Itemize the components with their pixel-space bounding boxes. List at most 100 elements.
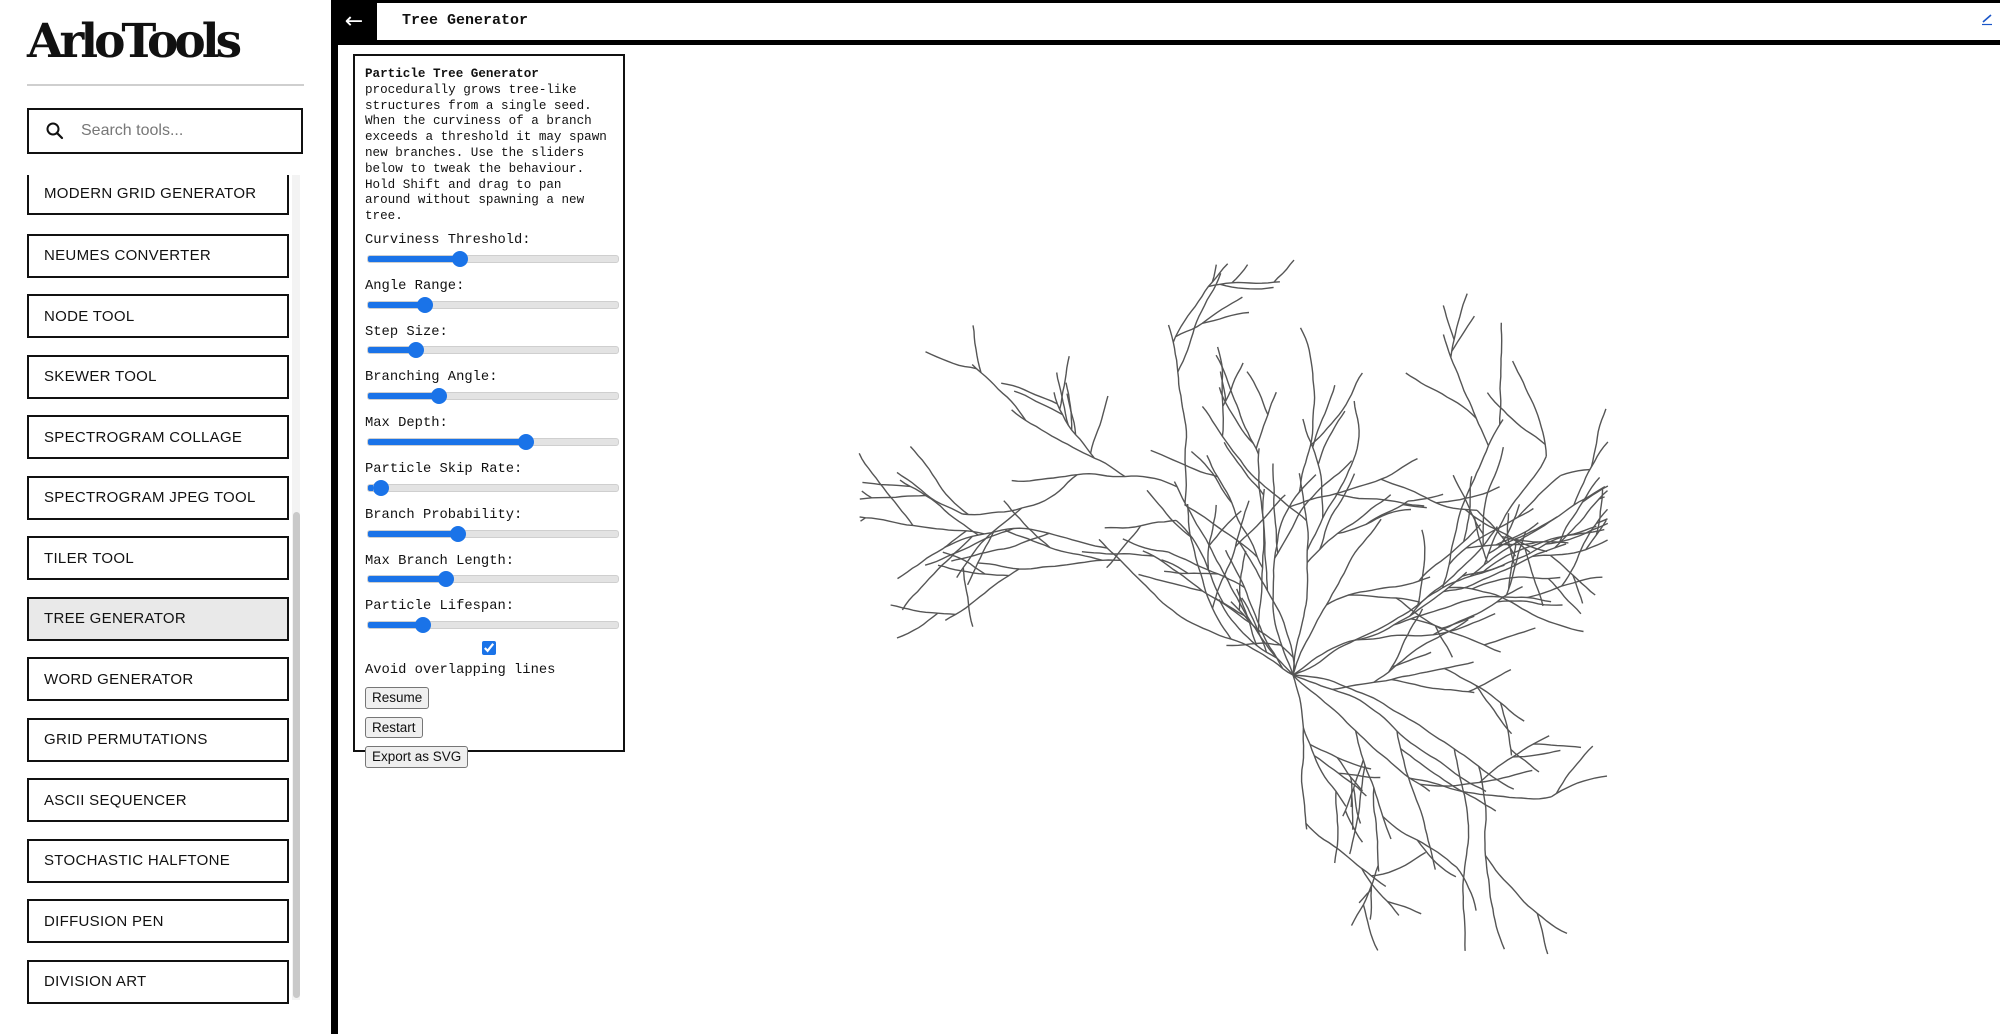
tree-branch (1432, 585, 1523, 636)
tree-branch (1483, 627, 1536, 646)
slider-branching-angle[interactable] (367, 392, 619, 401)
tool-item-stochastic-halftone[interactable]: STOCHASTIC HALFTONE (27, 838, 289, 883)
tree-branch (1442, 334, 1490, 446)
tree-branch (1190, 450, 1233, 504)
tree-branch (1444, 667, 1525, 722)
slider-label: Max Depth: (365, 416, 448, 432)
tree-branch (1488, 516, 1558, 555)
top-bar: Tree Generator (377, 3, 2000, 40)
tool-item-spectrogram-jpeg-tool[interactable]: SPECTROGRAM JPEG TOOL (27, 475, 289, 520)
tool-item-division-art[interactable]: DIVISION ART (27, 959, 289, 1004)
tool-item-node-tool[interactable]: NODE TOOL (27, 294, 289, 338)
tree-branch (1306, 494, 1392, 563)
slider-label: Angle Range: (365, 278, 465, 294)
slider-step-size[interactable] (367, 346, 619, 355)
export-svg-button[interactable]: Export as SVG (365, 746, 469, 769)
tree-branch (1056, 372, 1069, 426)
tree-branch (1208, 281, 1280, 288)
edit-icon[interactable] (1980, 12, 1994, 26)
tree-branch (1334, 791, 1339, 864)
tree-branch (1292, 518, 1382, 676)
tree-branch (1089, 395, 1109, 454)
tree-branch (1292, 674, 1308, 830)
tree-branch (1312, 385, 1336, 448)
tree-branch (1533, 743, 1582, 749)
tree-branch (1442, 305, 1455, 340)
slider-label: Particle Skip Rate: (365, 461, 523, 477)
slider-particle-lifespan[interactable] (367, 621, 619, 630)
tree-branch (896, 612, 939, 639)
tree-branch (1310, 372, 1363, 447)
tree-branch (1292, 571, 1468, 676)
tool-item-skewer-tool[interactable]: SKEWER TOOL (27, 354, 289, 399)
search-input[interactable] (79, 121, 283, 141)
tree-canvas[interactable]: Particle Tree Generator procedurally gro… (338, 45, 2000, 1034)
slider-label: Step Size: (365, 324, 448, 340)
tree-branch (1418, 524, 1482, 582)
page-title: Tree Generator (402, 12, 529, 29)
site-logo[interactable]: ArloTools (27, 14, 242, 70)
slider-angle-range[interactable] (367, 300, 619, 309)
restart-button[interactable]: Restart (365, 716, 423, 739)
tree-branch (1122, 538, 1169, 553)
tool-item-ascii-sequencer[interactable]: ASCII SEQUENCER (27, 778, 289, 822)
slider-curviness-threshold[interactable] (367, 254, 619, 263)
search-box[interactable] (27, 108, 303, 154)
tree-branch (1549, 554, 1596, 596)
tree-branch (1246, 371, 1269, 415)
panel-description: Particle Tree Generator procedurally gro… (365, 67, 613, 225)
tree-branch (1167, 324, 1188, 504)
tree-branch (1292, 564, 1505, 676)
tree-branch (1468, 668, 1512, 693)
slider-label: Particle Lifespan: (365, 599, 515, 615)
sidebar-scrollbar-thumb[interactable] (293, 512, 300, 998)
tree-branch (897, 530, 967, 580)
tree-branch (1355, 612, 1496, 641)
tree-branch (899, 479, 979, 536)
slider-max-branch-length[interactable] (367, 575, 619, 584)
tree-branch (861, 490, 873, 499)
tool-item-modern-grid-generator[interactable]: MODERN GRID GENERATOR (27, 175, 289, 215)
slider-label: Branching Angle: (365, 370, 498, 386)
tool-item-grid-permutations[interactable]: GRID PERMUTATIONS (27, 717, 289, 762)
panel-description-text: procedurally grows tree-like structures … (365, 82, 607, 224)
tree-branch (1486, 392, 1546, 445)
tree-branch (1382, 815, 1458, 868)
avoid-overlap-label: Avoid overlapping lines (365, 662, 556, 678)
tree-branch (1512, 749, 1561, 758)
tree-branch (1338, 772, 1381, 779)
slider-branch-probability[interactable] (367, 529, 619, 538)
tree-branch (1555, 745, 1594, 794)
tree-branch (1274, 460, 1353, 559)
search-icon (45, 121, 65, 141)
tree-branch (1590, 408, 1607, 468)
tool-item-tree-generator[interactable]: TREE GENERATOR (27, 596, 289, 641)
tree-branch (1517, 474, 1562, 518)
slider-particle-skip-rate[interactable] (367, 483, 619, 492)
tool-item-diffusion-pen[interactable]: DIFFUSION PEN (27, 899, 289, 943)
tree-branch (1361, 868, 1400, 916)
slider-max-depth[interactable] (367, 437, 619, 446)
tree-branch (1238, 550, 1247, 611)
tree-branch (1226, 642, 1281, 647)
tree-branch (1550, 775, 1608, 798)
tool-item-neumes-converter[interactable]: NEUMES CONVERTER (27, 233, 289, 278)
avoid-overlap-row (365, 641, 613, 661)
tree-branch (1335, 493, 1425, 507)
tree-branch (1510, 748, 1540, 773)
back-button[interactable]: ← (331, 3, 377, 40)
tree-branch (1011, 472, 1178, 488)
sidebar: ArloTools MODERN GRID GENERATOR NEUMES CO… (0, 0, 331, 1034)
tree-branch (1302, 727, 1347, 807)
tree-branch (1536, 913, 1549, 955)
tree-branch (1223, 441, 1265, 496)
tool-item-word-generator[interactable]: WORD GENERATOR (27, 657, 289, 701)
resume-button[interactable]: Resume (365, 686, 430, 709)
tool-item-tiler-tool[interactable]: TILER TOOL (27, 536, 289, 580)
tree-branch (909, 446, 969, 516)
avoid-overlap-checkbox[interactable] (482, 641, 496, 656)
tree-branch (1416, 529, 1426, 608)
slider-group: Curviness Threshold: Angle Range: Step Siz… (365, 233, 619, 641)
tree-branch (944, 568, 1020, 621)
tool-item-spectrogram-collage[interactable]: SPECTROGRAM COLLAGE (27, 415, 289, 459)
